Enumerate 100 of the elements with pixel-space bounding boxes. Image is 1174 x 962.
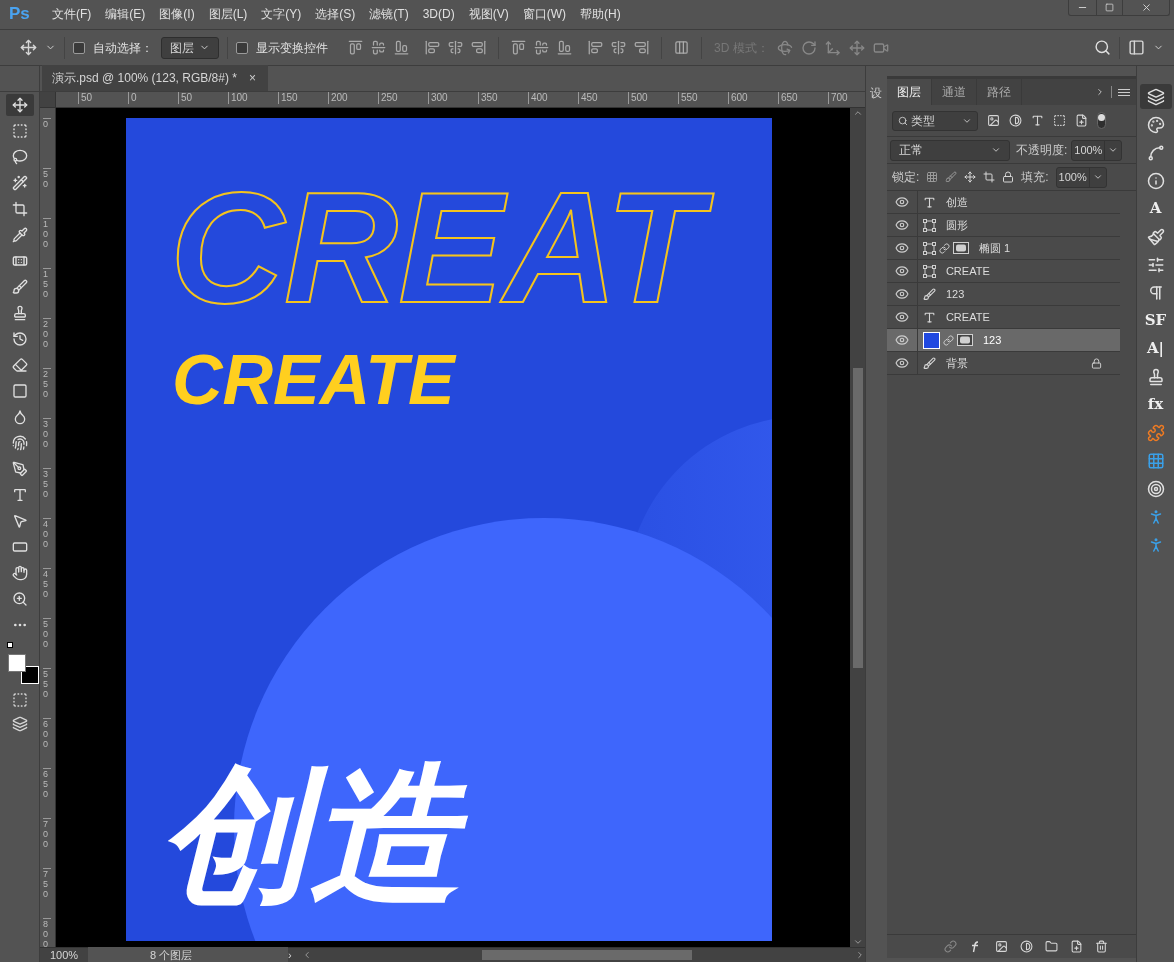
menu-item[interactable]: 文字(Y): [254, 4, 309, 23]
distribute-icon[interactable]: [611, 40, 626, 55]
delete-icon[interactable]: [1095, 940, 1108, 953]
layers-panel-button[interactable]: [1139, 84, 1172, 109]
ruler-label: 50: [78, 92, 93, 104]
menu-item[interactable]: 图像(I): [152, 4, 202, 23]
checkbox[interactable]: [236, 41, 248, 54]
scroll-thumb[interactable]: [852, 368, 863, 668]
visibility-toggle[interactable]: [894, 264, 909, 278]
target-dropdown[interactable]: 图层: [161, 36, 219, 59]
lock-pixels-icon[interactable]: [945, 171, 958, 183]
align-icon[interactable]: [471, 40, 486, 55]
status-menu-arrow[interactable]: ›: [288, 946, 302, 962]
panel-menu-icon[interactable]: [1118, 88, 1130, 96]
layer-row[interactable]: 123: [886, 329, 1120, 352]
horizontal-scrollbar[interactable]: [302, 948, 865, 962]
layer-row[interactable]: 123: [886, 283, 1120, 306]
fill-field[interactable]: 100%: [1055, 166, 1107, 188]
distribute-icon[interactable]: [534, 40, 549, 55]
filter-toggle[interactable]: [1096, 112, 1106, 129]
panel-tab[interactable]: 路径: [976, 79, 1022, 105]
align-icon[interactable]: [348, 40, 363, 55]
visibility-toggle[interactable]: [894, 356, 909, 370]
filter-dropdown[interactable]: 类型: [891, 110, 978, 131]
workspace-icon[interactable]: [1128, 39, 1145, 56]
scroll-down-icon[interactable]: [852, 937, 863, 947]
scroll-up-icon[interactable]: [852, 108, 863, 118]
menu-item[interactable]: 文件(F): [45, 4, 99, 23]
close-tab-button[interactable]: ×: [248, 69, 256, 87]
layer-row[interactable]: 圆形: [886, 214, 1120, 237]
checkbox[interactable]: [73, 41, 85, 54]
align-icon[interactable]: [371, 40, 386, 55]
smart-object-filter-icon[interactable]: [1074, 114, 1088, 127]
zoom-icon: [11, 591, 28, 607]
align-icon[interactable]: [425, 40, 440, 55]
document-tab[interactable]: 演示.psd @ 100% (123, RGB/8#) * ×: [42, 65, 268, 91]
screen-mode-icon[interactable]: [11, 716, 28, 732]
layer-row[interactable]: 背景: [886, 352, 1120, 375]
scroll-left-icon[interactable]: [302, 950, 312, 960]
blend-mode-dropdown[interactable]: 正常: [889, 139, 1010, 161]
vertical-scrollbar[interactable]: [850, 108, 865, 947]
distribute-icon[interactable]: [511, 40, 526, 55]
grid-icon: [1146, 451, 1165, 470]
brushes-icon: [1146, 227, 1165, 246]
scroll-thumb[interactable]: [482, 950, 692, 960]
move-tool-icon[interactable]: [20, 39, 37, 56]
adjust-icon: [1146, 255, 1165, 274]
adjustment-layer-icon[interactable]: [1020, 940, 1033, 953]
shape-filter-icon[interactable]: [1052, 114, 1066, 127]
scroll-right-icon[interactable]: [855, 950, 865, 960]
collapsed-panel-tab[interactable]: 设: [870, 84, 883, 962]
lock-all-icon[interactable]: [1002, 171, 1015, 183]
pixel-filter-icon[interactable]: [986, 114, 1000, 127]
align-icon[interactable]: [448, 40, 463, 55]
panel-dock-button[interactable]: A|: [1139, 336, 1172, 361]
panel-dock-button[interactable]: A: [1139, 196, 1172, 221]
new-layer-icon[interactable]: [1070, 940, 1083, 953]
type-filter-icon[interactable]: [1030, 114, 1044, 127]
panel-dock-button[interactable]: fx: [1139, 392, 1172, 417]
visibility-toggle[interactable]: [894, 333, 909, 347]
align-icon[interactable]: [394, 40, 409, 55]
layer-row[interactable]: 椭圆 1: [886, 237, 1120, 260]
panel-dock-button[interactable]: SF: [1139, 308, 1172, 333]
visibility-toggle[interactable]: [894, 287, 909, 301]
quick-mask-icon[interactable]: [11, 692, 28, 708]
add-mask-icon[interactable]: [995, 940, 1008, 953]
tool-button[interactable]: [5, 94, 34, 116]
menu-item[interactable]: 视图(V): [461, 4, 516, 23]
visibility-toggle[interactable]: [894, 195, 909, 209]
visibility-toggle[interactable]: [894, 241, 909, 255]
menu-item[interactable]: 帮助(H): [573, 4, 628, 23]
menu-item[interactable]: 选择(S): [308, 4, 363, 23]
menu-item[interactable]: 图层(L): [201, 4, 255, 23]
lock-position-icon[interactable]: [964, 171, 977, 183]
collapse-arrows-icon[interactable]: [1095, 87, 1105, 97]
panel-tab[interactable]: 图层: [886, 79, 932, 105]
ruler-label: 300: [43, 418, 51, 449]
menu-item[interactable]: 编辑(E): [98, 4, 153, 23]
ruler-label: 450: [578, 92, 598, 104]
auto-align-icon[interactable]: [674, 40, 689, 55]
outline-title: CREAT: [160, 152, 743, 342]
layer-row[interactable]: 创造: [886, 191, 1120, 214]
menu-item[interactable]: 滤镜(T): [362, 4, 416, 23]
panel-tab[interactable]: 通道: [931, 79, 977, 105]
visibility-toggle[interactable]: [894, 310, 909, 324]
folder-icon[interactable]: [1045, 940, 1058, 953]
maximize-button[interactable]: [1096, 0, 1123, 15]
menu-item[interactable]: 窗口(W): [515, 4, 573, 23]
distribute-icon[interactable]: [557, 40, 572, 55]
distribute-icon[interactable]: [588, 40, 603, 55]
layer-row[interactable]: CREATE: [886, 260, 1120, 283]
opacity-field[interactable]: 100%: [1071, 139, 1123, 161]
search-icon[interactable]: [1094, 39, 1111, 56]
adjustment-filter-icon[interactable]: [1008, 114, 1022, 127]
distribute-icon[interactable]: [634, 40, 649, 55]
visibility-toggle[interactable]: [894, 218, 909, 232]
lock-artboard-icon[interactable]: [983, 171, 996, 183]
lock-transparency-icon[interactable]: [926, 171, 939, 183]
menu-item[interactable]: 3D(D): [415, 4, 462, 23]
zoom-level[interactable]: 100%: [40, 946, 88, 962]
